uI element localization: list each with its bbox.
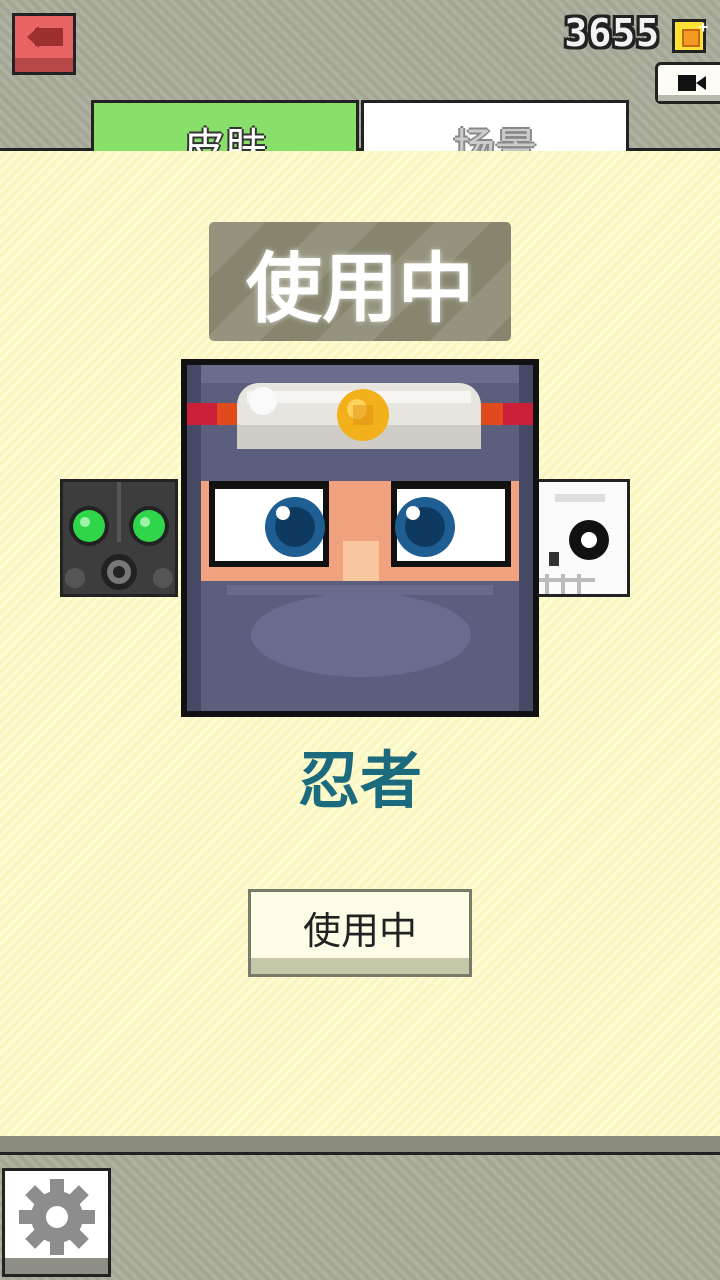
video-ad-button[interactable] (655, 62, 720, 104)
in-use-button[interactable]: 使用中 (248, 889, 472, 977)
back-button[interactable] (12, 13, 76, 75)
video-camera-icon (678, 75, 706, 91)
selected-skin-preview[interactable] (181, 359, 539, 717)
plus-icon[interactable]: + (698, 17, 708, 36)
back-arrow-icon (27, 26, 63, 48)
skin-name: 忍者 (297, 744, 422, 817)
gear-icon (19, 1179, 95, 1255)
skin-preview-gasmask[interactable] (60, 479, 178, 597)
bottom-divider (0, 1136, 720, 1155)
coin-count: 3655 (564, 11, 660, 55)
back-button-base (15, 58, 73, 72)
gasmask-skin-image (63, 482, 175, 594)
ninja-skin-image (187, 365, 533, 711)
in-use-banner: 使用中 (209, 222, 511, 341)
in-use-button-label: 使用中 (302, 908, 417, 953)
coin-display: 3655 (564, 10, 660, 56)
settings-button[interactable] (2, 1168, 111, 1277)
